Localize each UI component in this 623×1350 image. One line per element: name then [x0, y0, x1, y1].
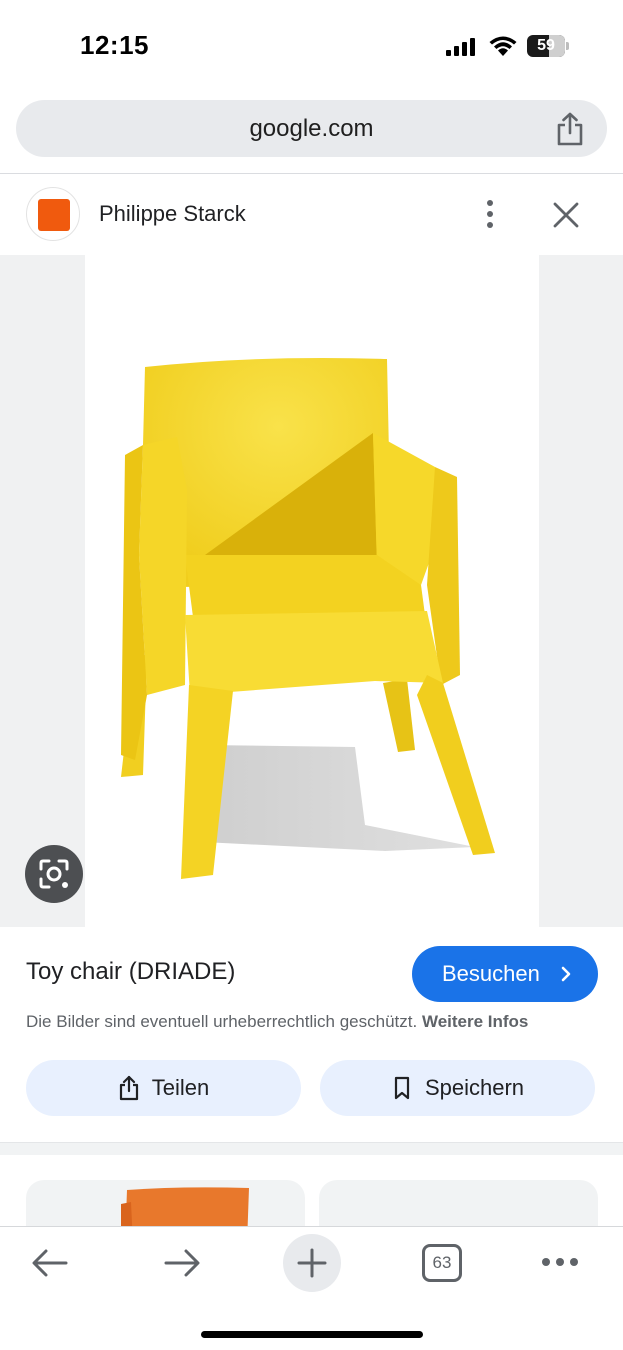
chair-image — [121, 358, 495, 879]
share-label: Teilen — [151, 1075, 210, 1100]
share-icon[interactable] — [555, 112, 585, 146]
visit-label: Besuchen — [442, 961, 540, 986]
copyright-text: Die Bilder sind eventuell urheberrechtli… — [26, 1012, 418, 1031]
save-button[interactable]: Speichern — [320, 1060, 595, 1116]
battery-icon: 59 — [527, 35, 569, 57]
close-icon[interactable] — [552, 201, 580, 229]
more-horiz-icon[interactable] — [540, 1255, 580, 1269]
source-header: Philippe Starck — [0, 185, 623, 243]
lens-button[interactable] — [25, 845, 83, 903]
bottom-toolbar: 63 — [0, 1226, 623, 1350]
favicon-square — [38, 199, 70, 231]
signal-icon — [446, 38, 475, 56]
result-title: Toy chair (DRIADE) — [26, 958, 236, 985]
back-arrow-icon[interactable] — [30, 1247, 70, 1279]
wifi-icon — [489, 36, 517, 56]
product-image[interactable] — [85, 255, 539, 927]
chevron-right-icon — [561, 966, 571, 982]
tab-count: 63 — [432, 1253, 452, 1272]
visit-button[interactable]: Besuchen — [412, 946, 598, 1002]
image-viewer[interactable] — [0, 255, 623, 927]
forward-arrow-icon[interactable] — [162, 1247, 202, 1279]
bookmark-icon — [394, 1076, 410, 1100]
source-favicon[interactable] — [26, 187, 80, 241]
battery-level: 59 — [537, 37, 555, 54]
section-divider — [0, 1142, 623, 1155]
divider — [0, 173, 623, 174]
share-button[interactable]: Teilen — [26, 1060, 301, 1116]
save-label: Speichern — [424, 1075, 525, 1100]
url-text[interactable]: google.com — [16, 100, 607, 157]
plus-icon — [297, 1248, 327, 1278]
source-name[interactable]: Philippe Starck — [99, 201, 246, 227]
status-bar: 12:15 59 — [0, 0, 623, 92]
copyright-notice: Die Bilder sind eventuell urheberrechtli… — [26, 1012, 528, 1032]
address-bar[interactable]: google.com — [16, 100, 607, 157]
lens-icon — [39, 859, 69, 889]
status-time: 12:15 — [80, 30, 149, 60]
new-tab-button[interactable] — [283, 1234, 341, 1292]
more-info-link[interactable]: Weitere Infos — [422, 1012, 528, 1031]
home-indicator — [201, 1331, 423, 1338]
tabs-button[interactable]: 63 — [422, 1244, 462, 1282]
more-vert-icon[interactable] — [478, 199, 502, 229]
share-icon — [119, 1075, 138, 1101]
